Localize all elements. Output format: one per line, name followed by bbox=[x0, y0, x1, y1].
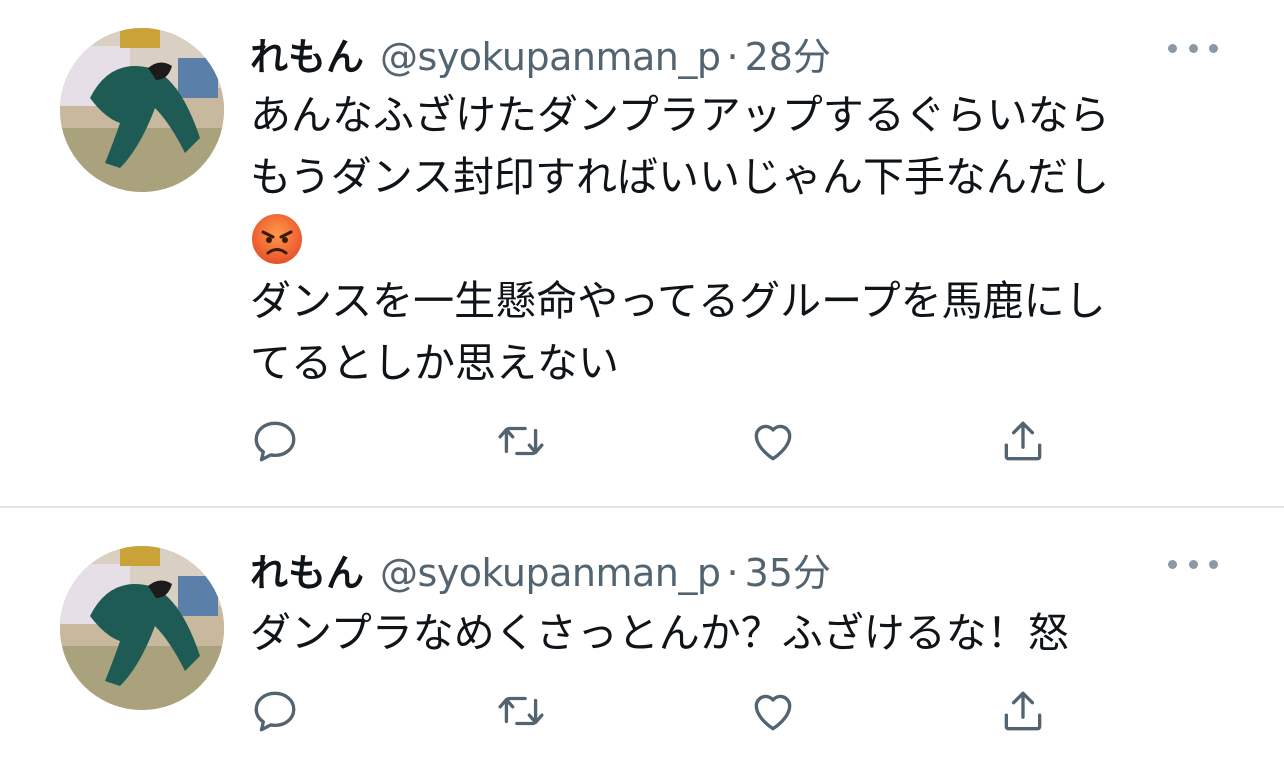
display-name[interactable]: れもん bbox=[250, 26, 364, 81]
avatar-image bbox=[60, 28, 224, 192]
timestamp[interactable]: 28分 bbox=[745, 26, 831, 81]
more-icon[interactable] bbox=[1168, 558, 1218, 570]
share-icon bbox=[1004, 421, 1042, 461]
more-icon[interactable] bbox=[1168, 42, 1218, 54]
display-name[interactable]: れもん bbox=[250, 542, 364, 597]
user-handle[interactable]: @syokupanman_p bbox=[380, 551, 721, 595]
tweet[interactable]: れもん @syokupanman_p · 35分 ダンプラなめくさっとんか？ふざ… bbox=[0, 508, 1284, 770]
tweet-header: れもん @syokupanman_p · 35分 bbox=[250, 542, 831, 595]
timestamp[interactable]: 35分 bbox=[745, 542, 831, 597]
avatar[interactable] bbox=[60, 28, 224, 192]
reply-button[interactable] bbox=[250, 416, 300, 466]
tweet-text-line: ダンプラなめくさっとんか？ふざけるな！怒 bbox=[250, 609, 1069, 657]
retweet-icon bbox=[498, 426, 544, 456]
tweet-text-line: あんなふざけたダンプラアップするぐらいなら bbox=[250, 91, 1110, 139]
heart-icon bbox=[754, 424, 792, 461]
retweet-button[interactable] bbox=[496, 416, 546, 466]
tweet[interactable]: れもん @syokupanman_p · 28分 あんなふざけたダンプラアップす… bbox=[0, 0, 1284, 506]
tweet-header: れもん @syokupanman_p · 28分 bbox=[250, 26, 831, 79]
share-button[interactable] bbox=[998, 686, 1048, 736]
reply-button[interactable] bbox=[250, 686, 300, 736]
tweet-actions bbox=[250, 686, 1070, 736]
tweet-text: あんなふざけたダンプラアップするぐらいなら もうダンス封印すればいいじゃん下手な… bbox=[250, 84, 1230, 394]
reply-icon bbox=[254, 421, 296, 462]
tweet-text: ダンプラなめくさっとんか？ふざけるな！怒 bbox=[250, 602, 1230, 664]
retweet-icon bbox=[498, 696, 544, 726]
tweet-text-line: ダンスを一生懸命やってるグループを馬鹿にし bbox=[250, 277, 1106, 325]
share-icon bbox=[1004, 691, 1042, 731]
like-button[interactable] bbox=[748, 416, 798, 466]
tweet-actions bbox=[250, 416, 1070, 466]
angry-face-icon bbox=[252, 214, 302, 264]
heart-icon bbox=[754, 694, 792, 731]
avatar[interactable] bbox=[60, 546, 224, 710]
tweet-text-line: てるとしか思えない bbox=[250, 339, 619, 387]
share-button[interactable] bbox=[998, 416, 1048, 466]
user-handle[interactable]: @syokupanman_p bbox=[380, 35, 721, 79]
separator-dot: · bbox=[726, 551, 739, 595]
separator-dot: · bbox=[726, 35, 739, 79]
like-button[interactable] bbox=[748, 686, 798, 736]
reply-icon bbox=[254, 691, 296, 732]
tweet-text-line: もうダンス封印すればいいじゃん下手なんだし bbox=[250, 153, 1109, 201]
emoji-line bbox=[250, 208, 1230, 270]
avatar-image bbox=[60, 546, 224, 710]
retweet-button[interactable] bbox=[496, 686, 546, 736]
